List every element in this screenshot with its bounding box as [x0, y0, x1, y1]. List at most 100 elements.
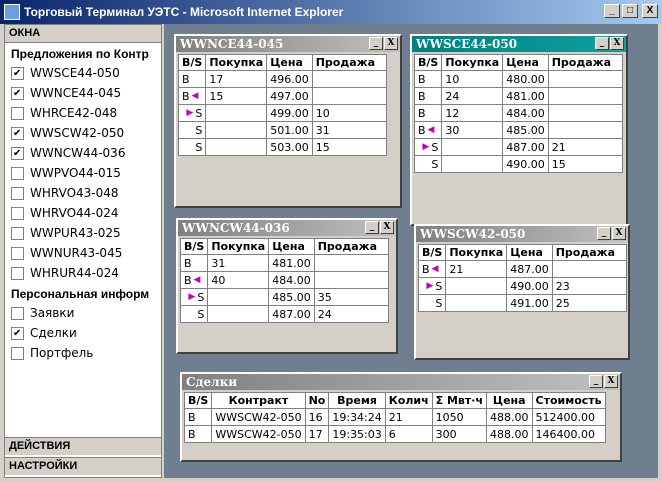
- contract-checkbox-row[interactable]: WHRUR44-024: [5, 263, 161, 283]
- checkbox[interactable]: [11, 166, 24, 180]
- panel-minimize-button[interactable]: _: [597, 227, 611, 240]
- quote-panel[interactable]: WWNCE44-045 _ X B/S Покупка Цена Продажа B 17 496…: [174, 34, 402, 208]
- contract-checkbox-row[interactable]: WHRVO43-048: [5, 183, 161, 203]
- sidebar-header-windows[interactable]: ОКНА: [5, 25, 161, 43]
- checkbox-label: WWPUR43-025: [30, 226, 121, 240]
- panel-close-button[interactable]: X: [610, 37, 624, 50]
- panel-close-button[interactable]: X: [612, 227, 626, 240]
- header-row: B/S Покупка Цена Продажа: [177, 54, 387, 71]
- table-row[interactable]: S 487.00 24: [179, 305, 389, 323]
- panel-title[interactable]: WWNCW44-036 _ X: [178, 220, 396, 236]
- cell-bs: B ◀: [177, 87, 207, 105]
- table-row[interactable]: B WWSCW42-050 16 19:34:24 21 1050 488.00 512400…: [183, 408, 606, 426]
- contract-checkbox-row[interactable]: WWSCE44-050: [5, 63, 161, 83]
- cell-sell: 24: [313, 305, 389, 323]
- personal-checkbox-row[interactable]: Заявки: [5, 303, 161, 323]
- panel-title-text: Сделки: [186, 375, 238, 389]
- checkbox[interactable]: [11, 186, 24, 200]
- panel-title[interactable]: WWSCW42-050 _ X: [416, 226, 628, 242]
- deals-col-header: Контракт: [211, 392, 306, 409]
- checkbox[interactable]: [11, 226, 24, 240]
- checkbox[interactable]: [11, 346, 24, 360]
- table-row[interactable]: S 490.00 15: [413, 155, 623, 173]
- checkbox[interactable]: [11, 206, 24, 220]
- side-label: B: [418, 89, 426, 103]
- quote-panel[interactable]: WWSCW42-050 _ X B/S Покупка Цена Продажа B ◀ 21 48…: [414, 224, 630, 360]
- settings-header[interactable]: НАСТРОЙКИ: [5, 457, 161, 475]
- table-row[interactable]: ▶ S 487.00 21: [413, 138, 623, 156]
- col-header-sell: Продажа: [311, 54, 387, 71]
- personal-checkbox-row[interactable]: Портфель: [5, 343, 161, 363]
- table-row[interactable]: B 10 480.00: [413, 70, 623, 88]
- panel-minimize-button[interactable]: _: [369, 37, 383, 50]
- table-row[interactable]: S 501.00 31: [177, 121, 387, 139]
- close-button[interactable]: X: [642, 4, 658, 18]
- checkbox[interactable]: [11, 86, 24, 100]
- quote-panel[interactable]: WWSCE44-050 _ X B/S Покупка Цена Продажа B 10 480…: [410, 34, 628, 226]
- checkbox[interactable]: [11, 326, 24, 340]
- panel-close-button[interactable]: X: [384, 37, 398, 50]
- table-row[interactable]: B ◀ 30 485.00: [413, 121, 623, 139]
- contract-checkbox-row[interactable]: WWSCW42-050: [5, 123, 161, 143]
- contract-checkbox-row[interactable]: WWNCE44-045: [5, 83, 161, 103]
- contract-checkbox-row[interactable]: WWNUR43-045: [5, 243, 161, 263]
- contract-checkbox-row[interactable]: WHRCE42-048: [5, 103, 161, 123]
- table-row[interactable]: B WWSCW42-050 17 19:35:03 6 300 488.00 146400.0…: [183, 425, 606, 443]
- table-row[interactable]: ▶ S 485.00 35: [179, 288, 389, 306]
- deals-cell: 19:34:24: [328, 408, 386, 426]
- table-row[interactable]: ▶ S 490.00 23: [417, 277, 627, 295]
- quote-panel[interactable]: WWNCW44-036 _ X B/S Покупка Цена Продажа B 31 481…: [176, 218, 398, 354]
- cell-bs: B: [179, 254, 209, 272]
- checkbox[interactable]: [11, 246, 24, 260]
- cell-price: 491.00: [506, 294, 553, 312]
- deals-cell: 19:35:03: [328, 425, 386, 443]
- table-row[interactable]: S 503.00 15: [177, 138, 387, 156]
- contract-checkbox-row[interactable]: WWNCW44-036: [5, 143, 161, 163]
- cell-buy: [205, 138, 268, 156]
- table-row[interactable]: B 12 484.00: [413, 104, 623, 122]
- panel-minimize-button[interactable]: _: [365, 221, 379, 234]
- col-header-sell: Продажа: [551, 244, 627, 261]
- panel-title[interactable]: Сделки _ X: [182, 374, 620, 390]
- table-row[interactable]: B 24 481.00: [413, 87, 623, 105]
- cell-bs: ▶ S: [417, 277, 447, 295]
- checkbox[interactable]: [11, 266, 24, 280]
- cell-bs: ▶ S: [179, 288, 209, 306]
- cell-sell: 25: [551, 294, 627, 312]
- checkbox[interactable]: [11, 126, 24, 140]
- table-row[interactable]: B ◀ 15 497.00: [177, 87, 387, 105]
- table-row[interactable]: ▶ S 499.00 10: [177, 104, 387, 122]
- actions-header[interactable]: ДЕЙСТВИЯ: [5, 437, 161, 455]
- header-row: B/S Контракт No Время Колич Σ Мвт·ч Цена Стоимо…: [183, 392, 606, 409]
- panel-title[interactable]: WWNCE44-045 _ X: [176, 36, 400, 52]
- maximize-button[interactable]: □: [622, 4, 638, 18]
- checkbox[interactable]: [11, 66, 24, 80]
- panel-close-button[interactable]: X: [380, 221, 394, 234]
- contract-checkbox-row[interactable]: WHRVO44-024: [5, 203, 161, 223]
- table-row[interactable]: B 17 496.00: [177, 70, 387, 88]
- panel-title[interactable]: WWSCE44-050 _ X: [412, 36, 626, 52]
- contract-checkbox-row[interactable]: WWPUR43-025: [5, 223, 161, 243]
- deals-cell: 146400.00: [531, 425, 606, 443]
- panel-minimize-button[interactable]: _: [589, 375, 603, 388]
- cell-price: 499.00: [266, 104, 313, 122]
- cell-buy: [207, 288, 270, 306]
- panel-close-button[interactable]: X: [604, 375, 618, 388]
- minimize-button[interactable]: _: [604, 4, 620, 18]
- deals-cell: WWSCW42-050: [211, 408, 306, 426]
- cell-buy: [445, 294, 508, 312]
- panel-minimize-button[interactable]: _: [595, 37, 609, 50]
- table-row[interactable]: B ◀ 21 487.00: [417, 260, 627, 278]
- table-row[interactable]: S 491.00 25: [417, 294, 627, 312]
- checkbox[interactable]: [11, 146, 24, 160]
- table-row[interactable]: B 31 481.00: [179, 254, 389, 272]
- checkbox[interactable]: [11, 106, 24, 120]
- contract-checkbox-row[interactable]: WWPVO44-015: [5, 163, 161, 183]
- table-row[interactable]: B ◀ 40 484.00: [179, 271, 389, 289]
- checkbox[interactable]: [11, 306, 24, 320]
- best-offer-marker-icon: ▶: [426, 281, 434, 291]
- checkbox-label: WWSCE44-050: [30, 66, 120, 80]
- personal-checkbox-row[interactable]: Сделки: [5, 323, 161, 343]
- cell-bs: B ◀: [417, 260, 447, 278]
- deals-panel[interactable]: Сделки _ X B/S Контракт No Время Колич Σ Мвт·ч Це…: [180, 372, 622, 462]
